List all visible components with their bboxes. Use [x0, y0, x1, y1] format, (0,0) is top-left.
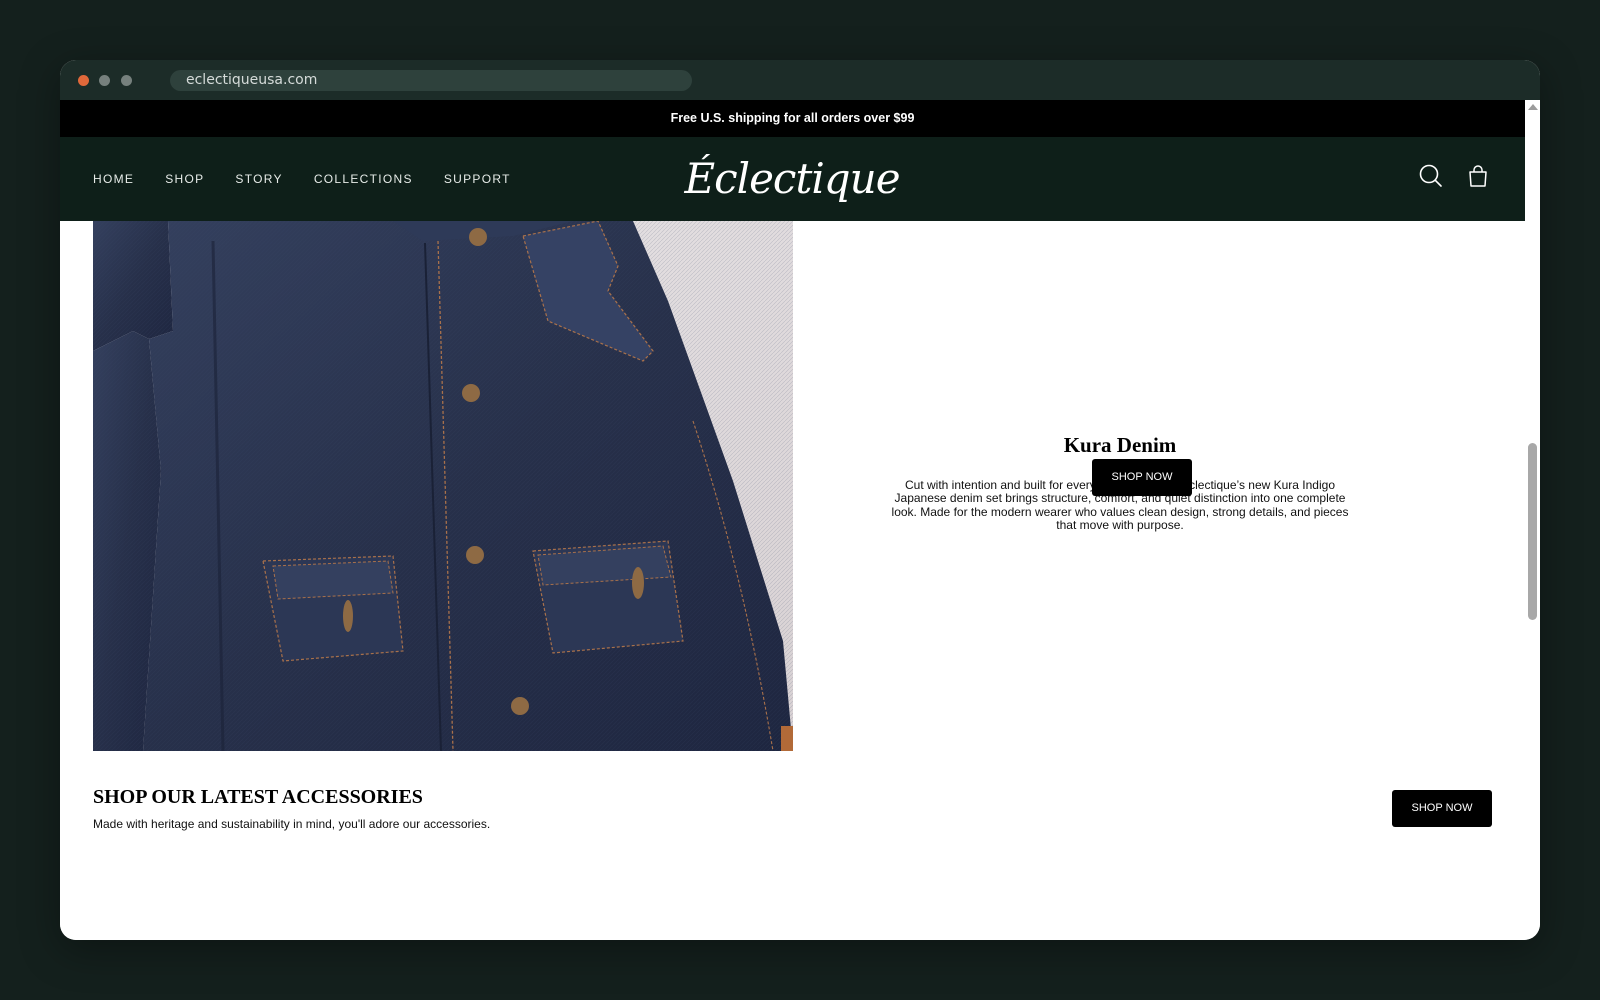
main-nav: HOME SHOP STORY COLLECTIONS SUPPORT — [93, 137, 511, 221]
page-viewport: Free U.S. shipping for all orders over $… — [60, 100, 1525, 940]
site-logo[interactable]: Éclectique — [662, 137, 922, 221]
announcement-bar: Free U.S. shipping for all orders over $… — [60, 100, 1525, 137]
nav-item-collections[interactable]: COLLECTIONS — [314, 172, 413, 186]
search-icon[interactable] — [1416, 161, 1446, 191]
nav-item-shop[interactable]: SHOP — [165, 172, 204, 186]
nav-item-story[interactable]: STORY — [235, 172, 282, 186]
browser-window: eclectiqueusa.com Free U.S. shipping for… — [60, 60, 1540, 940]
minimize-window-button[interactable] — [99, 75, 110, 86]
accessories-title: SHOP OUR LATEST ACCESSORIES — [93, 786, 423, 808]
cart-icon[interactable] — [1463, 161, 1493, 191]
close-window-button[interactable] — [78, 75, 89, 86]
address-bar[interactable]: eclectiqueusa.com — [170, 70, 692, 91]
shop-now-button[interactable]: SHOP NOW — [1092, 459, 1192, 496]
scrollbar-thumb[interactable] — [1528, 443, 1537, 620]
site-header: HOME SHOP STORY COLLECTIONS SUPPORT Écle… — [60, 137, 1525, 221]
nav-item-support[interactable]: SUPPORT — [444, 172, 511, 186]
browser-chrome: eclectiqueusa.com — [60, 60, 1540, 100]
shop-accessories-button[interactable]: SHOP NOW — [1392, 790, 1492, 827]
scroll-up-arrow-icon[interactable] — [1528, 104, 1538, 110]
feature-title: Kura Denim — [1063, 433, 1177, 457]
page-scrollbar[interactable] — [1525, 100, 1540, 940]
maximize-window-button[interactable] — [121, 75, 132, 86]
nav-item-home[interactable]: HOME — [93, 172, 134, 186]
accessories-subtitle: Made with heritage and sustainability in… — [93, 817, 491, 831]
denim-jacket-image — [93, 221, 793, 751]
